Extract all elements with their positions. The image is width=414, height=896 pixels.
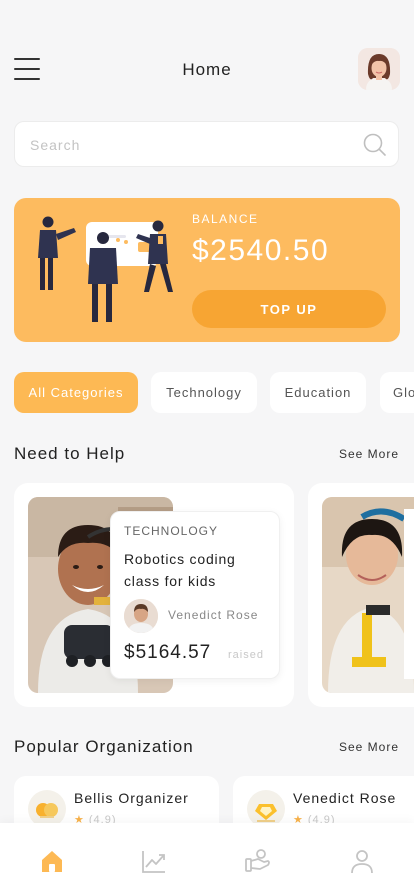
bottom-navigation bbox=[0, 823, 414, 896]
search-bar[interactable] bbox=[14, 121, 399, 168]
category-chip-label: Glo bbox=[393, 385, 414, 400]
search-icon[interactable] bbox=[362, 132, 388, 158]
campaign-card[interactable]: TECHNOLOGY Robotics coding class for kid… bbox=[14, 483, 294, 707]
home-icon[interactable] bbox=[38, 847, 66, 875]
balance-card: BALANCE $2540.50 TOP UP bbox=[14, 198, 400, 342]
campaign-photo bbox=[322, 497, 414, 693]
campaign-card[interactable] bbox=[308, 483, 414, 707]
user-avatar[interactable] bbox=[358, 48, 400, 90]
profile-icon[interactable] bbox=[348, 847, 376, 875]
campaign-title: Robotics coding class for kids bbox=[124, 551, 236, 589]
raised-label: raised bbox=[228, 649, 264, 661]
category-chip-all[interactable]: All Categories bbox=[14, 372, 138, 413]
page-title: Home bbox=[182, 60, 232, 79]
organizer-avatar bbox=[124, 599, 158, 633]
need-help-title: Need to Help bbox=[14, 444, 126, 463]
category-chip-global[interactable]: Glo bbox=[380, 372, 414, 413]
search-input[interactable] bbox=[28, 122, 352, 168]
campaign-amount: $5164.57 bbox=[124, 642, 212, 663]
popular-see-more-link[interactable]: See More bbox=[339, 740, 399, 754]
balance-amount: $2540.50 bbox=[192, 234, 330, 267]
organization-name: Venedict Rose bbox=[293, 790, 397, 806]
balance-label: BALANCE bbox=[192, 212, 259, 226]
chart-icon[interactable] bbox=[140, 847, 168, 875]
donate-hand-icon[interactable] bbox=[244, 847, 272, 875]
popular-org-title: Popular Organization bbox=[14, 737, 194, 756]
organization-name: Bellis Organizer bbox=[74, 790, 189, 806]
top-up-button[interactable]: TOP UP bbox=[192, 290, 386, 328]
category-chip-technology[interactable]: Technology bbox=[151, 372, 257, 413]
organizer-name: Venedict Rose bbox=[168, 608, 259, 622]
campaign-category: TECHNOLOGY bbox=[124, 524, 219, 538]
category-chip-education[interactable]: Education bbox=[270, 372, 366, 413]
need-help-see-more-link[interactable]: See More bbox=[339, 447, 399, 461]
campaign-info-panel: TECHNOLOGY Robotics coding class for kid… bbox=[110, 511, 280, 679]
people-with-bank-card-illustration bbox=[38, 216, 173, 322]
